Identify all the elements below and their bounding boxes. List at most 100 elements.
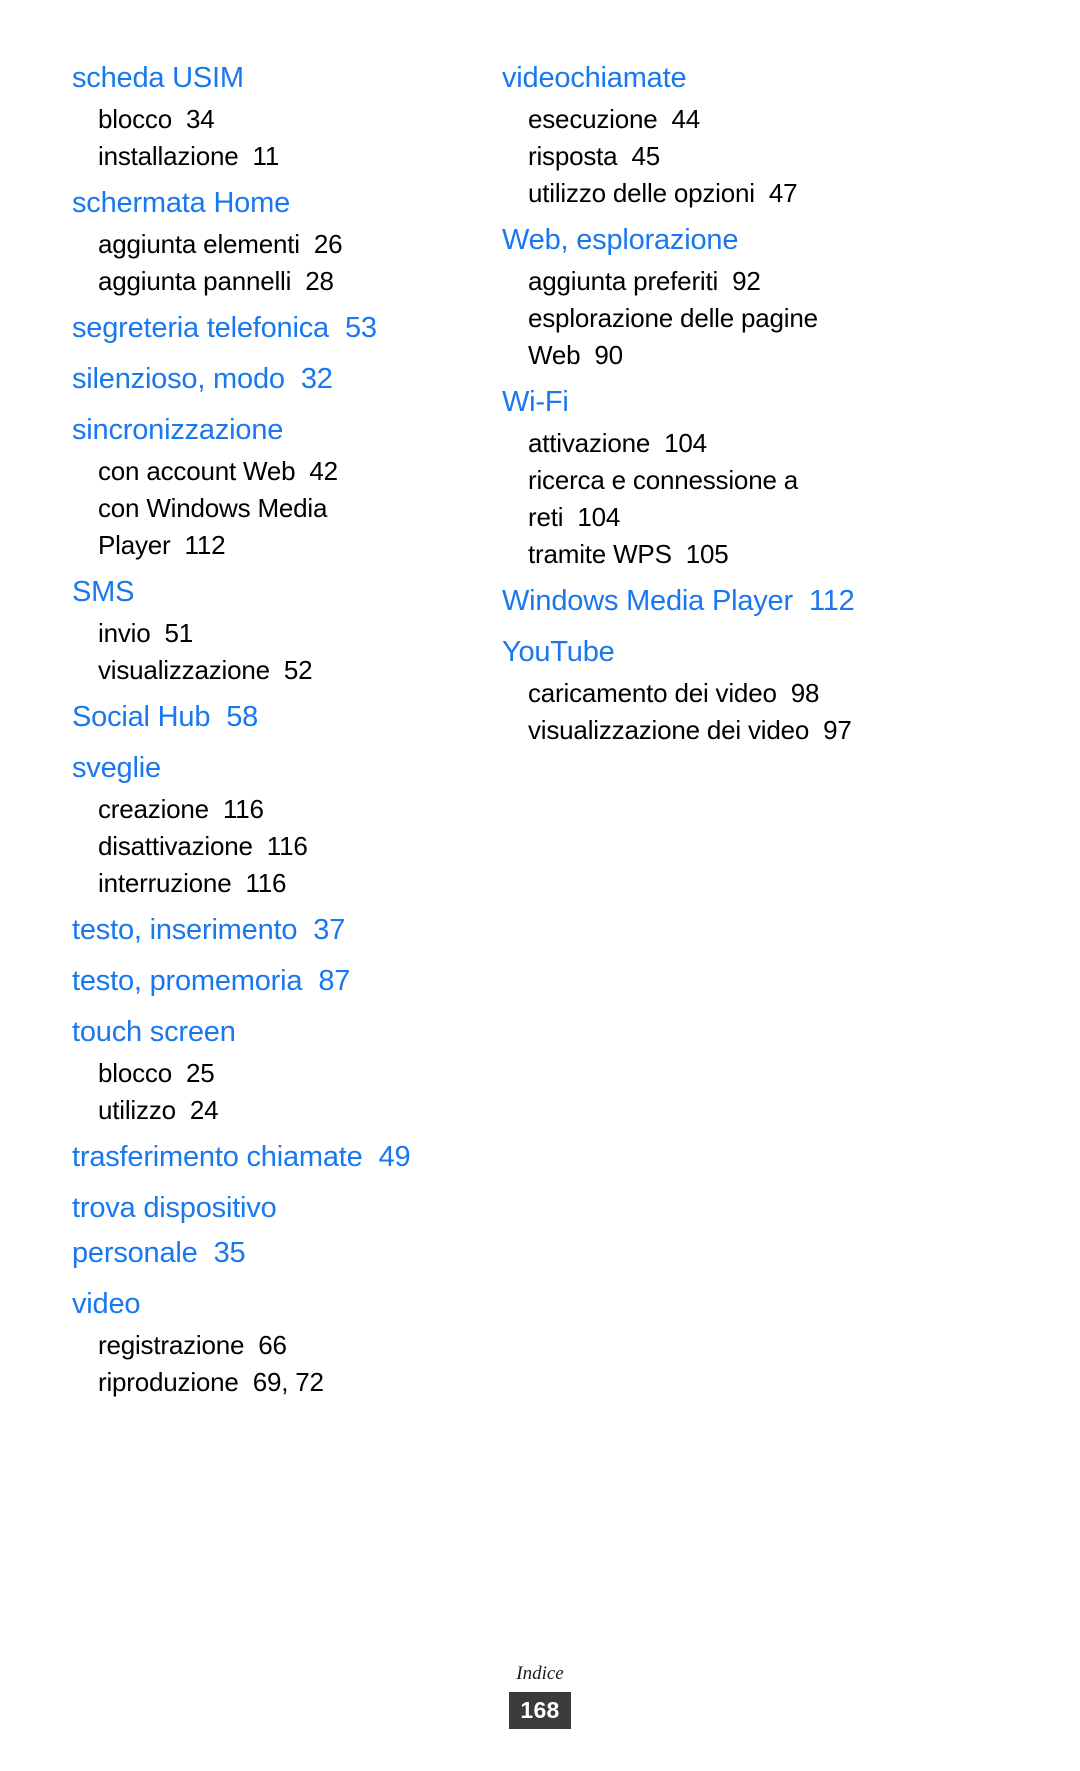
index-subentry-page-number[interactable]: 116 xyxy=(223,794,264,824)
index-headword[interactable]: sveglie xyxy=(72,746,450,791)
index-subentry-label: aggiunta elementi xyxy=(98,229,300,259)
index-subentry-page-number[interactable]: 97 xyxy=(823,715,852,745)
index-entry: testo, inserimento 37 xyxy=(72,908,450,953)
index-entry: testo, promemoria 87 xyxy=(72,959,450,1004)
index-headword[interactable]: testo, inserimento 37 xyxy=(72,908,450,953)
footer-section-label: Indice xyxy=(516,1663,564,1684)
index-subentry[interactable]: con Windows Media Player 112 xyxy=(72,490,450,564)
index-subentry[interactable]: risposta 45 xyxy=(502,138,880,175)
index-subentry-label: aggiunta preferiti xyxy=(528,266,719,296)
index-subentry-page-number[interactable]: 69, 72 xyxy=(253,1367,324,1397)
index-subentry[interactable]: aggiunta elementi 26 xyxy=(72,226,450,263)
index-headword[interactable]: touch screen xyxy=(72,1010,450,1055)
index-headword[interactable]: trova dispositivo personale 35 xyxy=(72,1186,450,1276)
index-subentry[interactable]: utilizzo 24 xyxy=(72,1092,450,1129)
index-subentry-page-number[interactable]: 28 xyxy=(305,266,334,296)
index-subentry-list: esecuzione 44 risposta 45 utilizzo delle opz… xyxy=(502,101,880,212)
index-headword[interactable]: Social Hub 58 xyxy=(72,695,450,740)
index-subentry[interactable]: invio 51 xyxy=(72,615,450,652)
index-subentry-page-number[interactable]: 104 xyxy=(577,502,620,532)
index-headword[interactable]: SMS xyxy=(72,570,450,615)
index-headword[interactable]: YouTube xyxy=(502,630,880,675)
index-subentry[interactable]: esplorazione delle pagine Web 90 xyxy=(502,300,880,374)
index-subentry[interactable]: disattivazione 116 xyxy=(72,828,450,865)
index-subentry-page-number[interactable]: 90 xyxy=(594,340,623,370)
index-subentry[interactable]: caricamento dei video 98 xyxy=(502,675,880,712)
index-subentry[interactable]: visualizzazione 52 xyxy=(72,652,450,689)
index-page-number[interactable]: 49 xyxy=(379,1141,411,1173)
index-subentry-page-number[interactable]: 52 xyxy=(284,655,313,685)
index-subentry-page-number[interactable]: 98 xyxy=(791,678,820,708)
index-subentry-page-number[interactable]: 24 xyxy=(190,1095,219,1125)
index-subentry[interactable]: visualizzazione dei video 97 xyxy=(502,712,880,749)
index-page: scheda USIM blocco 34 installazione 11 scherm… xyxy=(0,0,1080,1771)
index-subentry[interactable]: blocco 25 xyxy=(72,1055,450,1092)
index-subentry[interactable]: aggiunta preferiti 92 xyxy=(502,263,880,300)
index-subentry-page-number[interactable]: 104 xyxy=(664,428,707,458)
index-headword[interactable]: silenzioso, modo 32 xyxy=(72,357,450,402)
index-subentry[interactable]: interruzione 116 xyxy=(72,865,450,902)
index-headword[interactable]: videochiamate xyxy=(502,56,880,101)
index-subentry[interactable]: installazione 11 xyxy=(72,138,450,175)
index-headword[interactable]: testo, promemoria 87 xyxy=(72,959,450,1004)
index-subentry-page-number[interactable]: 26 xyxy=(314,229,343,259)
index-subentry[interactable]: registrazione 66 xyxy=(72,1327,450,1364)
index-subentry-list: attivazione 104 ricerca e connessione a re… xyxy=(502,425,880,573)
index-subentry-page-number[interactable]: 34 xyxy=(186,104,215,134)
index-subentry[interactable]: con account Web 42 xyxy=(72,453,450,490)
index-subentry-page-number[interactable]: 47 xyxy=(769,178,798,208)
index-subentry-page-number[interactable]: 66 xyxy=(258,1330,287,1360)
index-entry: YouTube caricamento dei video 98 visualizza… xyxy=(502,630,880,749)
index-subentry-page-number[interactable]: 42 xyxy=(309,456,338,486)
index-subentry-label: utilizzo delle opzioni xyxy=(528,178,755,208)
index-page-number[interactable]: 35 xyxy=(214,1237,246,1269)
index-column-right: videochiamate esecuzione 44 risposta 45 utili… xyxy=(502,56,880,753)
index-headword[interactable]: schermata Home xyxy=(72,181,450,226)
index-subentry-label: blocco xyxy=(98,1058,172,1088)
index-entry: segreteria telefonica 53 xyxy=(72,306,450,351)
index-headword[interactable]: video xyxy=(72,1282,450,1327)
index-headword[interactable]: scheda USIM xyxy=(72,56,450,101)
index-subentry[interactable]: tramite WPS 105 xyxy=(502,536,880,573)
index-headword[interactable]: Windows Media Player 112 xyxy=(502,579,880,624)
index-page-number[interactable]: 53 xyxy=(345,312,377,344)
index-subentry-label: installazione xyxy=(98,141,239,171)
index-page-number[interactable]: 58 xyxy=(226,701,258,733)
index-headword[interactable]: trasferimento chiamate 49 xyxy=(72,1135,450,1180)
index-headword[interactable]: sincronizzazione xyxy=(72,408,450,453)
index-subentry[interactable]: riproduzione 69, 72 xyxy=(72,1364,450,1401)
index-subentry-page-number[interactable]: 11 xyxy=(253,141,280,171)
index-subentry[interactable]: creazione 116 xyxy=(72,791,450,828)
index-entry: trova dispositivo personale 35 xyxy=(72,1186,450,1276)
index-subentry-label: disattivazione xyxy=(98,831,253,861)
index-page-number[interactable]: 112 xyxy=(809,585,855,617)
index-subentry[interactable]: blocco 34 xyxy=(72,101,450,138)
index-headword[interactable]: Wi-Fi xyxy=(502,380,880,425)
index-subentry[interactable]: aggiunta pannelli 28 xyxy=(72,263,450,300)
index-headword[interactable]: segreteria telefonica 53 xyxy=(72,306,450,351)
index-subentry-page-number[interactable]: 25 xyxy=(186,1058,215,1088)
index-subentry-label: esecuzione xyxy=(528,104,658,134)
index-entry: schermata Home aggiunta elementi 26 aggiunt… xyxy=(72,181,450,300)
index-page-number[interactable]: 87 xyxy=(318,965,350,997)
index-subentry-page-number[interactable]: 105 xyxy=(686,539,729,569)
index-subentry-label: invio xyxy=(98,618,151,648)
index-subentry-page-number[interactable]: 92 xyxy=(732,266,761,296)
index-subentry[interactable]: ricerca e connessione a reti 104 xyxy=(502,462,880,536)
index-subentry-label: tramite WPS xyxy=(528,539,672,569)
index-subentry-page-number[interactable]: 112 xyxy=(185,530,226,560)
index-page-number[interactable]: 32 xyxy=(301,363,333,395)
index-subentry-page-number[interactable]: 51 xyxy=(164,618,193,648)
index-subentry-page-number[interactable]: 116 xyxy=(267,831,308,861)
index-subentry-page-number[interactable]: 44 xyxy=(672,104,701,134)
index-headword[interactable]: Web, esplorazione xyxy=(502,218,880,263)
index-subentry-page-number[interactable]: 116 xyxy=(245,868,286,898)
index-subentry-page-number[interactable]: 45 xyxy=(631,141,660,171)
index-subentry[interactable]: attivazione 104 xyxy=(502,425,880,462)
index-subentry-label: blocco xyxy=(98,104,172,134)
index-subentry-label: interruzione xyxy=(98,868,232,898)
index-subentry[interactable]: esecuzione 44 xyxy=(502,101,880,138)
index-subentry[interactable]: utilizzo delle opzioni 47 xyxy=(502,175,880,212)
index-page-number[interactable]: 37 xyxy=(313,914,345,946)
index-entry: videochiamate esecuzione 44 risposta 45 utili… xyxy=(502,56,880,212)
